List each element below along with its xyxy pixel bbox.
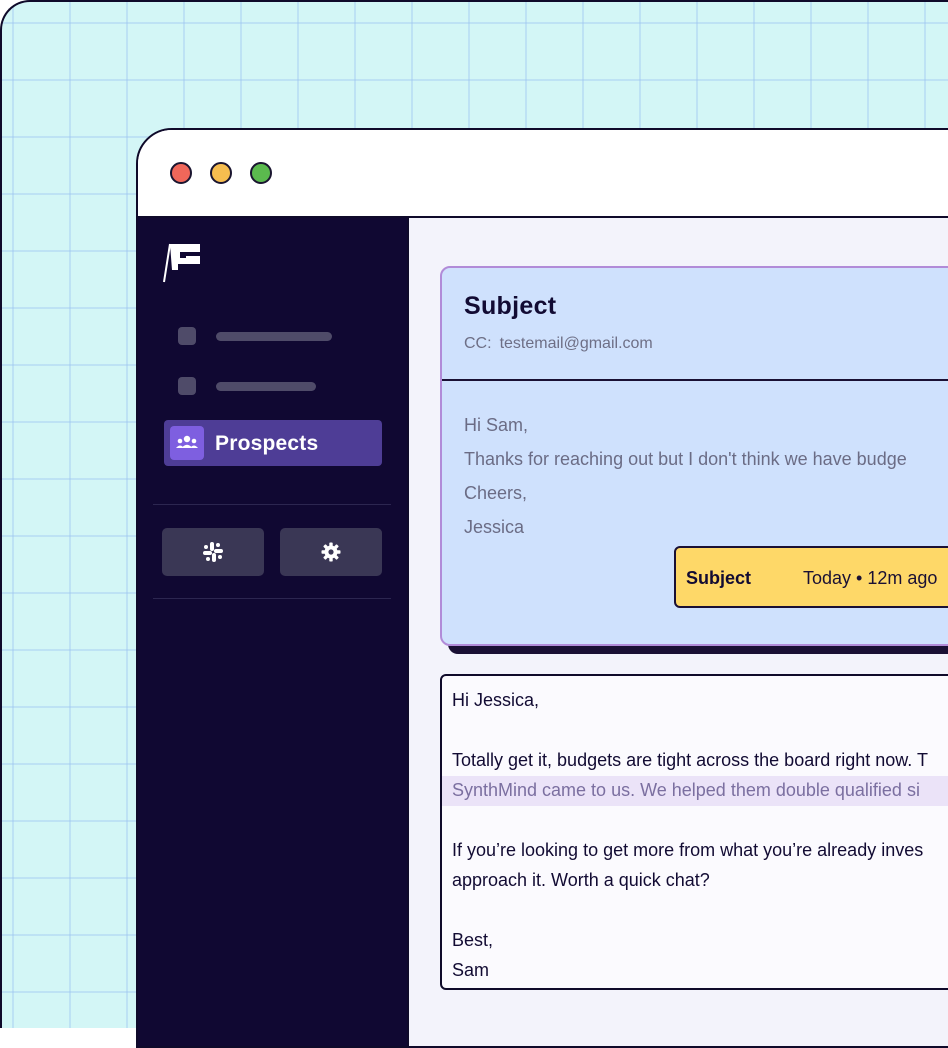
email-body-line: Hi Sam, (464, 415, 529, 435)
maximize-window-button[interactable] (250, 162, 272, 184)
settings-button[interactable] (280, 528, 382, 576)
email-body: Hi Sam, Thanks for reaching out but I do… (464, 408, 907, 544)
email-card[interactable]: Subject CC: testemail@gmail.com Hi Sam, T… (440, 266, 948, 646)
title-bar (138, 130, 948, 218)
email-cc: CC: testemail@gmail.com (464, 335, 653, 353)
gear-icon (321, 542, 341, 562)
email-header: Subject CC: testemail@gmail.com (442, 268, 948, 381)
email-meta-tag[interactable]: Subject Today • 12m ago (674, 546, 948, 608)
email-subject: Subject (464, 292, 557, 320)
cc-label: CC: (464, 335, 492, 352)
email-body-line: Thanks for reaching out but I don't thin… (464, 449, 907, 469)
email-body-line: Cheers, (464, 483, 528, 503)
sidebar-item-placeholder[interactable] (178, 376, 378, 396)
flag-logo-icon (163, 243, 200, 283)
sidebar-item-label: Prospects (215, 432, 319, 455)
placeholder-label (216, 332, 332, 341)
tag-timestamp: Today • 12m ago (803, 568, 938, 588)
reply-line: Totally get it, budgets are tight across… (452, 750, 928, 770)
email-body-line: Jessica (464, 517, 525, 537)
people-icon (170, 426, 204, 460)
reply-greeting: Hi Jessica, (452, 690, 540, 710)
sidebar: Prospects (138, 218, 407, 1046)
reply-name: Sam (452, 960, 490, 980)
tag-subject: Subject (686, 568, 752, 588)
placeholder-label (216, 382, 316, 391)
close-window-button[interactable] (170, 162, 192, 184)
sidebar-item-prospects[interactable]: Prospects (164, 420, 382, 466)
sidebar-divider (153, 598, 391, 599)
slack-button[interactable] (162, 528, 264, 576)
main-content: Subject CC: testemail@gmail.com Hi Sam, T… (407, 218, 948, 1046)
placeholder-icon (178, 377, 196, 395)
app-window: Prospects Subject CC: testemail@gmail.co… (136, 128, 948, 1048)
cc-address: testemail@gmail.com (499, 335, 653, 352)
placeholder-icon (178, 327, 196, 345)
sidebar-item-placeholder[interactable] (178, 326, 378, 346)
minimize-window-button[interactable] (210, 162, 232, 184)
reply-editor[interactable]: Hi Jessica, Totally get it, budgets are … (440, 674, 948, 990)
reply-signoff: Best, (452, 930, 494, 950)
reply-line-highlighted: SynthMind came to us. We helped them dou… (452, 780, 920, 800)
reply-line: If you’re looking to get more from what … (452, 840, 924, 860)
reply-line: approach it. Worth a quick chat? (452, 870, 710, 890)
slack-icon (203, 542, 223, 562)
sidebar-divider (153, 504, 391, 505)
